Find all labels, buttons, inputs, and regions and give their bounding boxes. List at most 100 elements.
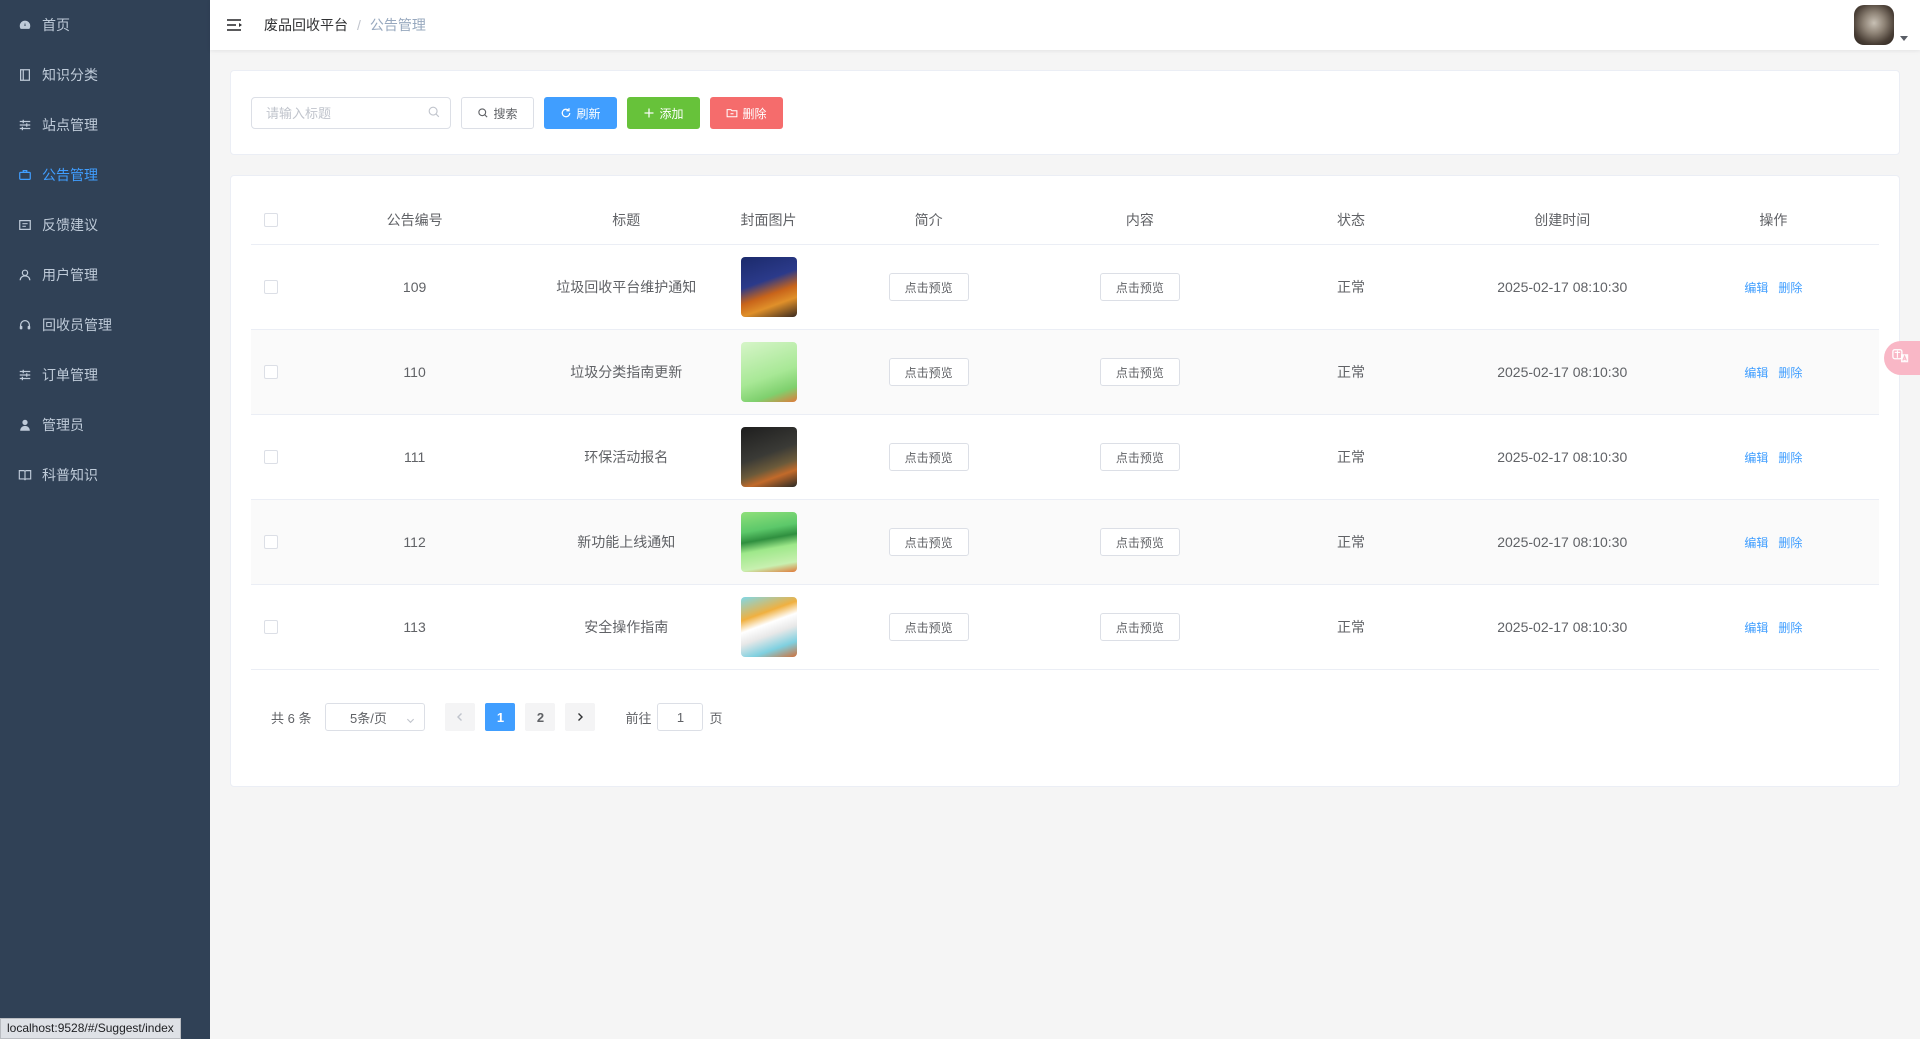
cell-title: 垃圾回收平台维护通知: [556, 279, 697, 295]
column-header-cover: 封面图片: [740, 212, 797, 228]
intro-preview-button[interactable]: 点击预览: [888, 273, 969, 301]
translate-float-button[interactable]: [1884, 341, 1920, 375]
sidebar-item-home[interactable]: 首页: [0, 0, 210, 50]
add-button-label: 添加: [659, 106, 684, 121]
sliders-icon: [18, 368, 32, 382]
chevron-left-icon: [457, 713, 463, 721]
goto-prefix: 前往: [625, 710, 652, 726]
cell-id: 113: [403, 619, 426, 635]
user-icon: [18, 268, 32, 282]
edit-link[interactable]: 编辑: [1744, 534, 1768, 551]
content-preview-button[interactable]: 点击预览: [1099, 443, 1180, 471]
edit-link[interactable]: 编辑: [1744, 449, 1768, 466]
avatar-dropdown[interactable]: [1854, 5, 1908, 45]
cell-id: 110: [403, 364, 426, 380]
sidebar-item-recycler-management[interactable]: 回收员管理: [0, 300, 210, 350]
edit-link[interactable]: 编辑: [1744, 619, 1768, 636]
breadcrumb-current: 公告管理: [369, 17, 426, 33]
edit-link[interactable]: 编辑: [1744, 364, 1768, 381]
batch-delete-button[interactable]: 删除: [710, 97, 783, 129]
cell-created: 2025-02-17 08:10:30: [1497, 279, 1628, 295]
content-preview-button[interactable]: 点击预览: [1099, 528, 1180, 556]
sidebar-item-label: 反馈建议: [42, 217, 98, 233]
status-bar-url: localhost:9528/#/Suggest/index: [0, 1018, 181, 1039]
title-search-input[interactable]: [251, 97, 451, 129]
table-card: 公告编号 标题 封面图片 简介 内容 状态 创建时间 操作 109 垃圾回收平台…: [230, 175, 1900, 787]
row-checkbox[interactable]: [263, 280, 278, 294]
delete-link[interactable]: 删除: [1778, 279, 1802, 296]
table-row: 111 环保活动报名 点击预览 点击预览 正常 2025-02-17 08:10…: [251, 415, 1879, 500]
sidebar-item-label: 公告管理: [42, 167, 98, 183]
sidebar-item-site-management[interactable]: 站点管理: [0, 100, 210, 150]
intro-preview-button[interactable]: 点击预览: [888, 528, 969, 556]
sidebar-item-user-management[interactable]: 用户管理: [0, 250, 210, 300]
cell-status: 正常: [1337, 449, 1366, 465]
content-preview-button[interactable]: 点击预览: [1099, 358, 1180, 386]
cell-status: 正常: [1337, 364, 1366, 380]
goto-suffix: 页: [709, 710, 723, 726]
chevron-down-icon: [406, 713, 415, 728]
column-header-intro: 简介: [914, 212, 943, 228]
row-checkbox[interactable]: [263, 620, 278, 634]
goto-page-input[interactable]: [657, 703, 704, 731]
announcement-table: 公告编号 标题 封面图片 简介 内容 状态 创建时间 操作 109 垃圾回收平台…: [251, 196, 1879, 670]
sidebar-item-order-management[interactable]: 订单管理: [0, 350, 210, 400]
chevron-right-icon: [578, 713, 584, 721]
cell-status: 正常: [1337, 534, 1366, 550]
delete-link[interactable]: 删除: [1778, 534, 1802, 551]
table-row: 110 垃圾分类指南更新 点击预览 点击预览 正常 2025-02-17 08:…: [251, 330, 1879, 415]
breadcrumb-root[interactable]: 废品回收平台: [264, 15, 348, 35]
cover-image[interactable]: [740, 597, 797, 657]
cover-image[interactable]: [740, 257, 797, 317]
row-checkbox[interactable]: [263, 450, 278, 464]
table-header: 公告编号 标题 封面图片 简介 内容 状态 创建时间 操作: [251, 196, 1879, 245]
sidebar-item-label: 首页: [42, 17, 70, 33]
intro-preview-button[interactable]: 点击预览: [888, 613, 969, 641]
sidebar-item-science-knowledge[interactable]: 科普知识: [0, 450, 210, 500]
delete-link[interactable]: 删除: [1778, 449, 1802, 466]
intro-preview-button[interactable]: 点击预览: [888, 358, 969, 386]
content-preview-button[interactable]: 点击预览: [1099, 613, 1180, 641]
pagination-total: 共 6 条: [271, 710, 312, 726]
sidebar-item-feedback[interactable]: 反馈建议: [0, 200, 210, 250]
page-button-2[interactable]: 2: [525, 703, 556, 731]
row-checkbox[interactable]: [263, 365, 278, 379]
select-all-checkbox[interactable]: [263, 213, 278, 227]
cell-created: 2025-02-17 08:10:30: [1497, 619, 1628, 635]
prev-page-button[interactable]: [445, 703, 476, 731]
sidebar-item-knowledge-category[interactable]: 知识分类: [0, 50, 210, 100]
sidebar-item-announcement-management[interactable]: 公告管理: [0, 150, 210, 200]
sidebar-item-label: 科普知识: [42, 467, 98, 483]
cover-image[interactable]: [740, 427, 797, 487]
breadcrumb: 废品回收平台 / 公告管理: [264, 15, 426, 35]
refresh-button[interactable]: 刷新: [544, 97, 617, 129]
page-size-value: 5条/页: [350, 710, 387, 726]
delete-link[interactable]: 删除: [1778, 364, 1802, 381]
column-header-title: 标题: [612, 212, 641, 228]
page-button-1[interactable]: 1: [485, 703, 516, 731]
delete-link[interactable]: 删除: [1778, 619, 1802, 636]
search-button[interactable]: 搜索: [461, 97, 534, 129]
cell-title: 安全操作指南: [584, 619, 669, 635]
add-button[interactable]: 添加: [627, 97, 700, 129]
pagination: 共 6 条 5条/页 1 2 前往 页: [271, 703, 723, 731]
row-checkbox[interactable]: [263, 535, 278, 549]
sidebar-item-admin[interactable]: 管理员: [0, 400, 210, 450]
folder-delete-icon: [726, 107, 738, 119]
content-preview-button[interactable]: 点击预览: [1099, 273, 1180, 301]
cell-created: 2025-02-17 08:10:30: [1497, 534, 1628, 550]
cell-title: 环保活动报名: [584, 449, 669, 465]
edit-link[interactable]: 编辑: [1744, 279, 1768, 296]
cover-image[interactable]: [740, 512, 797, 572]
intro-preview-button[interactable]: 点击预览: [888, 443, 969, 471]
search-toolbar-card: 搜索 刷新 添加 删除: [230, 70, 1900, 155]
page-size-select[interactable]: 5条/页: [325, 703, 426, 731]
sidebar-item-label: 回收员管理: [42, 317, 112, 333]
next-page-button[interactable]: [565, 703, 596, 731]
sidebar-item-label: 站点管理: [42, 117, 98, 133]
hamburger-icon[interactable]: [226, 16, 244, 34]
admin-user-icon: [18, 418, 32, 432]
cover-image[interactable]: [740, 342, 797, 402]
avatar[interactable]: [1854, 5, 1894, 45]
column-header-status: 状态: [1337, 212, 1366, 228]
